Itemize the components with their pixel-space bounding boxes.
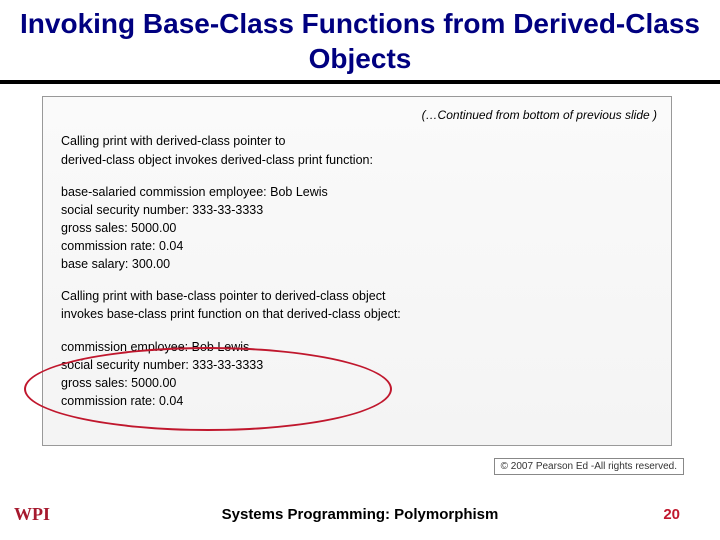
output-header-1: Calling print with derived-class pointer… (61, 132, 657, 168)
slide-title-region: Invoking Base-Class Functions from Deriv… (0, 0, 720, 84)
title-underline (0, 80, 720, 84)
program-output-box: (…Continued from bottom of previous slid… (42, 96, 672, 446)
copyright-notice: © 2007 Pearson Ed -All rights reserved. (494, 458, 684, 475)
output-block-1: base-salaried commission employee: Bob L… (61, 183, 657, 274)
page-number: 20 (663, 506, 680, 523)
slide-title: Invoking Base-Class Functions from Deriv… (0, 0, 720, 76)
output-header-2: Calling print with base-class pointer to… (61, 287, 657, 323)
output-block-2: commission employee: Bob Lewis social se… (61, 338, 657, 411)
slide-footer: WPI Systems Programming: Polymorphism 20 (0, 502, 720, 528)
continued-note: (…Continued from bottom of previous slid… (61, 107, 657, 124)
footer-course-title: Systems Programming: Polymorphism (0, 506, 720, 523)
